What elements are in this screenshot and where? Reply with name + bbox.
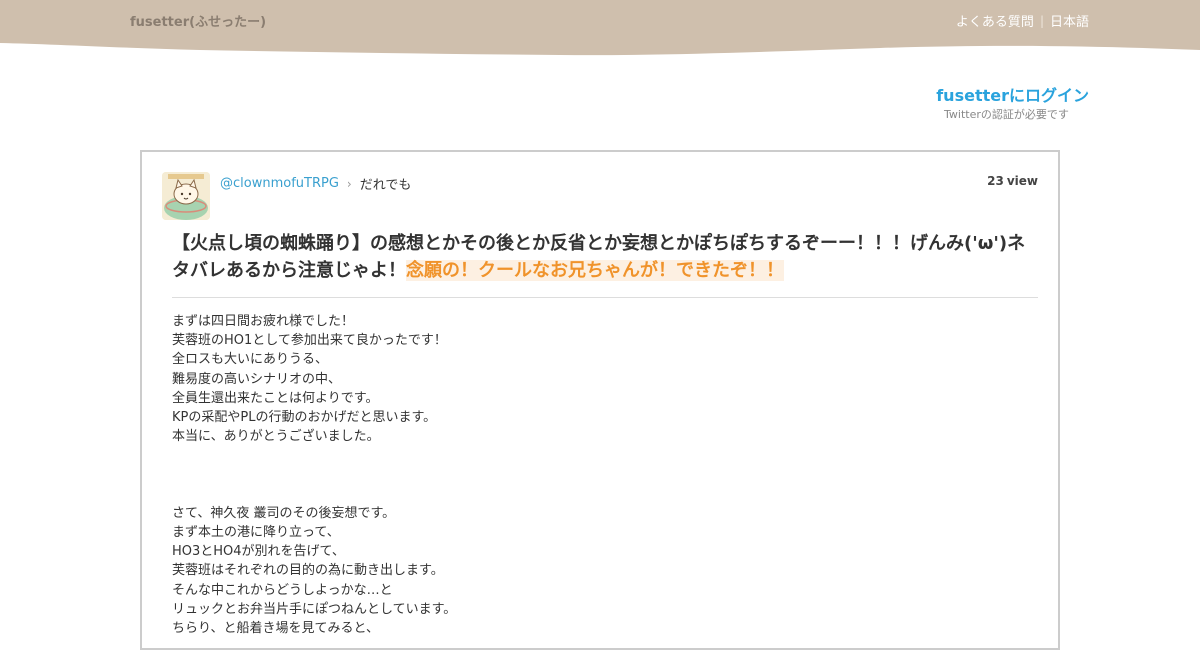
login-link[interactable]: fusetterにログイン <box>936 82 1089 106</box>
language-link[interactable]: 日本語 <box>1050 11 1089 30</box>
brand-logo-link[interactable]: fusetter(ふせったー) <box>130 11 266 30</box>
post-body-line: HO3とHO4が別れを告げて、 <box>172 544 345 560</box>
post-body-line: まず本土の港に降り立って、 <box>172 525 340 541</box>
view-count-unit: view <box>1006 174 1038 188</box>
post-body-line: 本当に、ありがとうございました。 <box>172 429 380 445</box>
post-body-line <box>172 446 1032 465</box>
chevron-right-icon: › <box>346 176 352 191</box>
post-title-highlight: 念願の！クールなお兄ちゃんが！できたぞ！！ <box>406 260 784 281</box>
post-title: 【火点し頃の蜘蛛踊り】の感想とかその後とか反省とか妄想とかぽちぽちするぞーー！！… <box>172 230 1032 284</box>
post-body-line <box>172 466 1032 485</box>
post-body-line: 全ロスも大いにありうる、 <box>172 352 329 368</box>
post-body-line <box>172 485 1032 504</box>
post-body-line: 芙蓉班はそれぞれの目的の為に動き出します。 <box>172 563 444 579</box>
post-body-line: リュックとお弁当片手にぽつねんとしています。 <box>172 601 457 617</box>
post-body-line: そんな中これからどうしよっかな…と <box>172 582 393 598</box>
author-handle-link[interactable]: @clownmofuTRPG <box>220 176 339 191</box>
login-note: Twitterの認証が必要です <box>944 108 1069 121</box>
faq-link[interactable]: よくある質問 <box>956 11 1034 30</box>
header-wave-shape <box>0 0 1200 56</box>
post-body-line: まずは四日間お疲れ様でした！ <box>172 314 355 329</box>
avatar[interactable] <box>162 172 210 220</box>
header-bar: fusetter(ふせったー) よくある質問 | 日本語 <box>0 0 1200 60</box>
post-body-line: 全員生還出来たことは何よりです。 <box>172 390 379 406</box>
post-body-line: ちらり、と船着き場を見てみると、 <box>172 621 379 636</box>
nav-separator: | <box>1039 13 1044 28</box>
post-body: まずは四日間お疲れ様でした！ 芙蓉班のHO1として参加出来て良かったです！ 全ロスも… <box>172 312 1032 638</box>
title-divider <box>172 297 1038 298</box>
post-author-line: @clownmofuTRPG › だれでも <box>220 174 411 193</box>
post-body-line: 芙蓉班のHO1として参加出来て良かったです！ <box>172 333 447 349</box>
post-body-line: さて、神久夜 叢司のその後妄想です。 <box>172 505 396 521</box>
post-body-line: KPの采配やPLの行動のおかげだと思います。 <box>172 409 437 425</box>
post-body-line: 難易度の高いシナリオの中、 <box>172 371 342 387</box>
view-count: 23 view <box>987 174 1038 188</box>
view-count-number: 23 <box>987 174 1004 188</box>
post-card: @clownmofuTRPG › だれでも 23 view 【火点し頃の蜘蛛踊り】… <box>140 150 1060 650</box>
cat-avatar-icon <box>162 172 210 220</box>
audience-label: だれでも <box>359 178 412 193</box>
top-nav: よくある質問 | 日本語 <box>956 11 1089 31</box>
